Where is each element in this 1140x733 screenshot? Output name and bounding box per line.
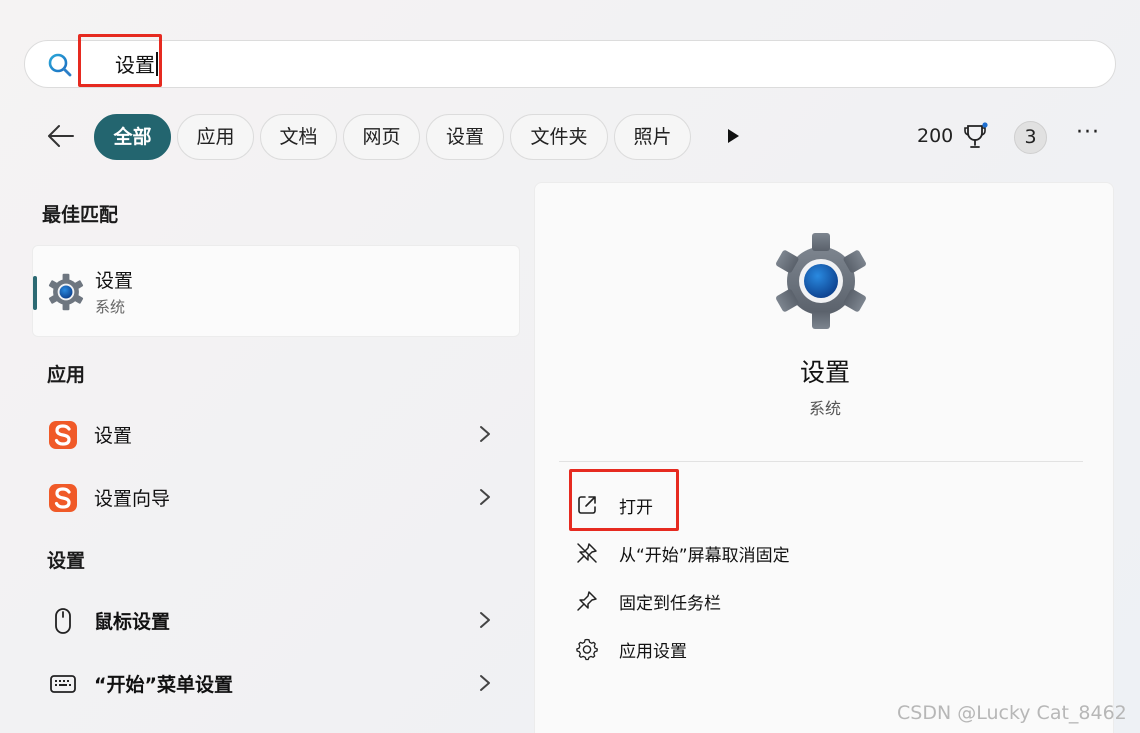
chevron-right-icon[interactable] xyxy=(478,487,492,507)
chevron-right-icon[interactable] xyxy=(478,610,492,630)
selection-indicator xyxy=(33,276,37,310)
search-input[interactable]: 设置 xyxy=(115,49,1015,81)
list-item-label: 设置 xyxy=(94,425,133,447)
list-item[interactable]: 设置向导 xyxy=(32,471,520,523)
sogou-ime-icon xyxy=(49,484,77,512)
list-item[interactable]: “开始”菜单设置 xyxy=(32,657,520,709)
detail-pane: 设置 系统 打开 从“开始”屏幕取消固定 固定到任务栏 应用设置 xyxy=(534,182,1114,733)
list-item[interactable]: 鼠标设置 xyxy=(32,594,520,646)
rewards-points: 200 xyxy=(917,125,954,147)
chip-web[interactable]: 网页 xyxy=(343,114,420,160)
detail-subtitle: 系统 xyxy=(808,399,841,418)
chip-all[interactable]: 全部 xyxy=(94,114,171,160)
chip-apps[interactable]: 应用 xyxy=(177,114,254,160)
best-match-title: 设置 xyxy=(95,270,134,292)
search-icon xyxy=(48,53,72,77)
action-pin-taskbar[interactable]: 固定到任务栏 xyxy=(571,583,1051,617)
search-bar[interactable]: 设置 xyxy=(24,40,1116,88)
sogou-ime-icon xyxy=(49,421,77,449)
unpin-icon xyxy=(577,543,597,563)
back-arrow-icon[interactable] xyxy=(46,122,76,150)
settings-heading: 设置 xyxy=(47,550,86,572)
mouse-icon xyxy=(55,608,71,634)
best-match-item[interactable]: 设置 系统 xyxy=(32,245,520,337)
chip-folders[interactable]: 文件夹 xyxy=(510,114,608,160)
settings-gear-large-icon xyxy=(776,233,866,329)
divider xyxy=(559,461,1083,462)
chevron-right-icon[interactable] xyxy=(478,673,492,693)
apps-heading: 应用 xyxy=(47,364,86,386)
chip-documents[interactable]: 文档 xyxy=(260,114,337,160)
pin-icon xyxy=(577,591,597,611)
filter-bar: 全部 应用 文档 网页 设置 文件夹 照片 200 3 ··· xyxy=(0,108,1140,164)
chip-settings[interactable]: 设置 xyxy=(426,114,504,160)
settings-gear-icon xyxy=(48,273,84,311)
account-badge[interactable]: 3 xyxy=(1014,121,1047,154)
best-match-subtitle: 系统 xyxy=(95,298,126,316)
list-item-label: 设置向导 xyxy=(94,488,171,510)
detail-title: 设置 xyxy=(799,358,850,387)
list-item[interactable]: 设置 xyxy=(32,408,520,460)
highlight-box-open xyxy=(569,469,679,531)
list-item-label: “开始”菜单设置 xyxy=(94,674,233,696)
keyboard-icon xyxy=(50,675,76,693)
action-label: 固定到任务栏 xyxy=(619,594,721,614)
chip-photos[interactable]: 照片 xyxy=(614,114,691,160)
best-match-heading: 最佳匹配 xyxy=(42,204,119,226)
action-label: 应用设置 xyxy=(619,642,687,662)
gear-outline-icon xyxy=(576,638,598,661)
list-item-label: 鼠标设置 xyxy=(94,611,171,633)
more-options-icon[interactable]: ··· xyxy=(1074,122,1102,148)
rewards-trophy-icon[interactable] xyxy=(962,122,988,150)
action-app-settings[interactable]: 应用设置 xyxy=(571,631,1051,665)
action-unpin-start[interactable]: 从“开始”屏幕取消固定 xyxy=(571,535,1051,569)
chevron-right-icon[interactable] xyxy=(478,424,492,444)
play-more-filters-icon[interactable] xyxy=(726,128,740,144)
action-label: 从“开始”屏幕取消固定 xyxy=(619,546,790,566)
highlight-box-search xyxy=(78,34,162,87)
watermark: CSDN @Lucky Cat_8462 xyxy=(897,702,1127,724)
